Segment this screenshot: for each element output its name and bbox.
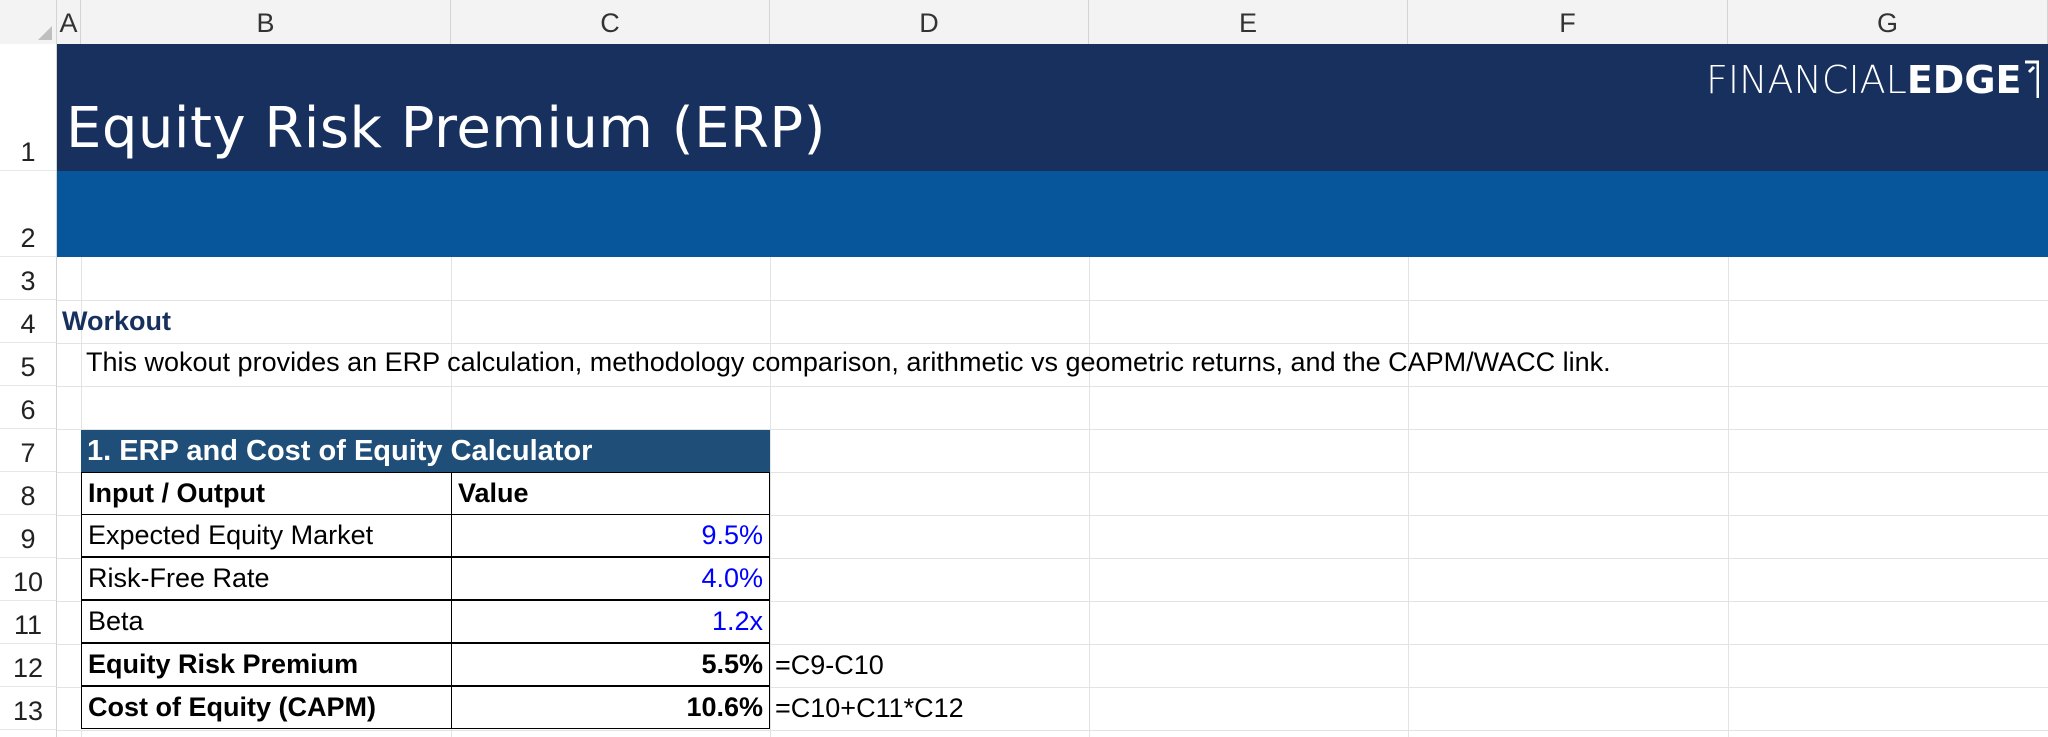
- row-header-bar: 1 2 3 4 5 6 7 8 9 10 11 12 13: [0, 44, 57, 737]
- formula-cost-of-equity[interactable]: =C10+C11*C12: [775, 693, 964, 724]
- logo-text-financial: FINANCIAL: [1706, 58, 1907, 102]
- value-cost-of-equity[interactable]: 10.6%: [451, 686, 770, 729]
- value-risk-free-rate[interactable]: 4.0%: [451, 557, 770, 600]
- logo-text-edge: EDGE: [1906, 58, 2022, 102]
- label-expected-equity-market[interactable]: Expected Equity Market: [81, 514, 452, 557]
- row-header-12[interactable]: 12: [0, 644, 56, 687]
- grid-line: [57, 730, 2048, 731]
- row-header-10[interactable]: 10: [0, 558, 56, 601]
- grid-line: [57, 386, 2048, 387]
- formula-equity-risk-premium[interactable]: =C9-C10: [775, 650, 884, 681]
- row-header-7[interactable]: 7: [0, 429, 56, 472]
- row-header-4[interactable]: 4: [0, 300, 56, 343]
- column-header-e[interactable]: E: [1089, 0, 1408, 44]
- value-expected-equity-market[interactable]: 9.5%: [451, 514, 770, 557]
- label-equity-risk-premium[interactable]: Equity Risk Premium: [81, 643, 452, 686]
- header-input-output[interactable]: Input / Output: [81, 472, 452, 515]
- select-all-corner[interactable]: [0, 0, 57, 44]
- financial-edge-logo: FINANCIAL EDGE: [1706, 56, 2040, 104]
- select-all-triangle-icon: [38, 26, 52, 40]
- row-header-5[interactable]: 5: [0, 343, 56, 386]
- row-header-8[interactable]: 8: [0, 472, 56, 515]
- row-header-13[interactable]: 13: [0, 687, 56, 730]
- label-beta[interactable]: Beta: [81, 600, 452, 643]
- column-header-d[interactable]: D: [770, 0, 1089, 44]
- column-header-bar: A B C D E F G: [0, 0, 2048, 45]
- logo-mark-icon: [2025, 60, 2040, 98]
- column-header-c[interactable]: C: [451, 0, 770, 44]
- header-value[interactable]: Value: [451, 472, 770, 515]
- column-header-b[interactable]: B: [81, 0, 451, 44]
- row-header-1[interactable]: 1: [0, 44, 56, 171]
- row-header-2[interactable]: 2: [0, 171, 56, 257]
- subtitle-banner[interactable]: [57, 171, 2048, 257]
- column-header-f[interactable]: F: [1408, 0, 1728, 44]
- grid-line: [57, 300, 2048, 301]
- row-header-9[interactable]: 9: [0, 515, 56, 558]
- label-cost-of-equity[interactable]: Cost of Equity (CAPM): [81, 686, 452, 729]
- label-risk-free-rate[interactable]: Risk-Free Rate: [81, 557, 452, 600]
- workout-heading: Workout: [62, 306, 171, 336]
- spreadsheet: A B C D E F G 1 2 3 4 5 6 7 8 9 10 11 12…: [0, 0, 2048, 737]
- value-equity-risk-premium[interactable]: 5.5%: [451, 643, 770, 686]
- grid-line: [57, 343, 2048, 344]
- row-header-6[interactable]: 6: [0, 386, 56, 429]
- row-header-11[interactable]: 11: [0, 601, 56, 644]
- calculator-title[interactable]: 1. ERP and Cost of Equity Calculator: [81, 430, 770, 473]
- workout-description: This wokout provides an ERP calculation,…: [86, 347, 1611, 377]
- column-header-a[interactable]: A: [57, 0, 81, 44]
- column-header-g[interactable]: G: [1728, 0, 2048, 44]
- value-beta[interactable]: 1.2x: [451, 600, 770, 643]
- sheet-title: Equity Risk Premium (ERP): [66, 96, 826, 161]
- row-header-3[interactable]: 3: [0, 257, 56, 300]
